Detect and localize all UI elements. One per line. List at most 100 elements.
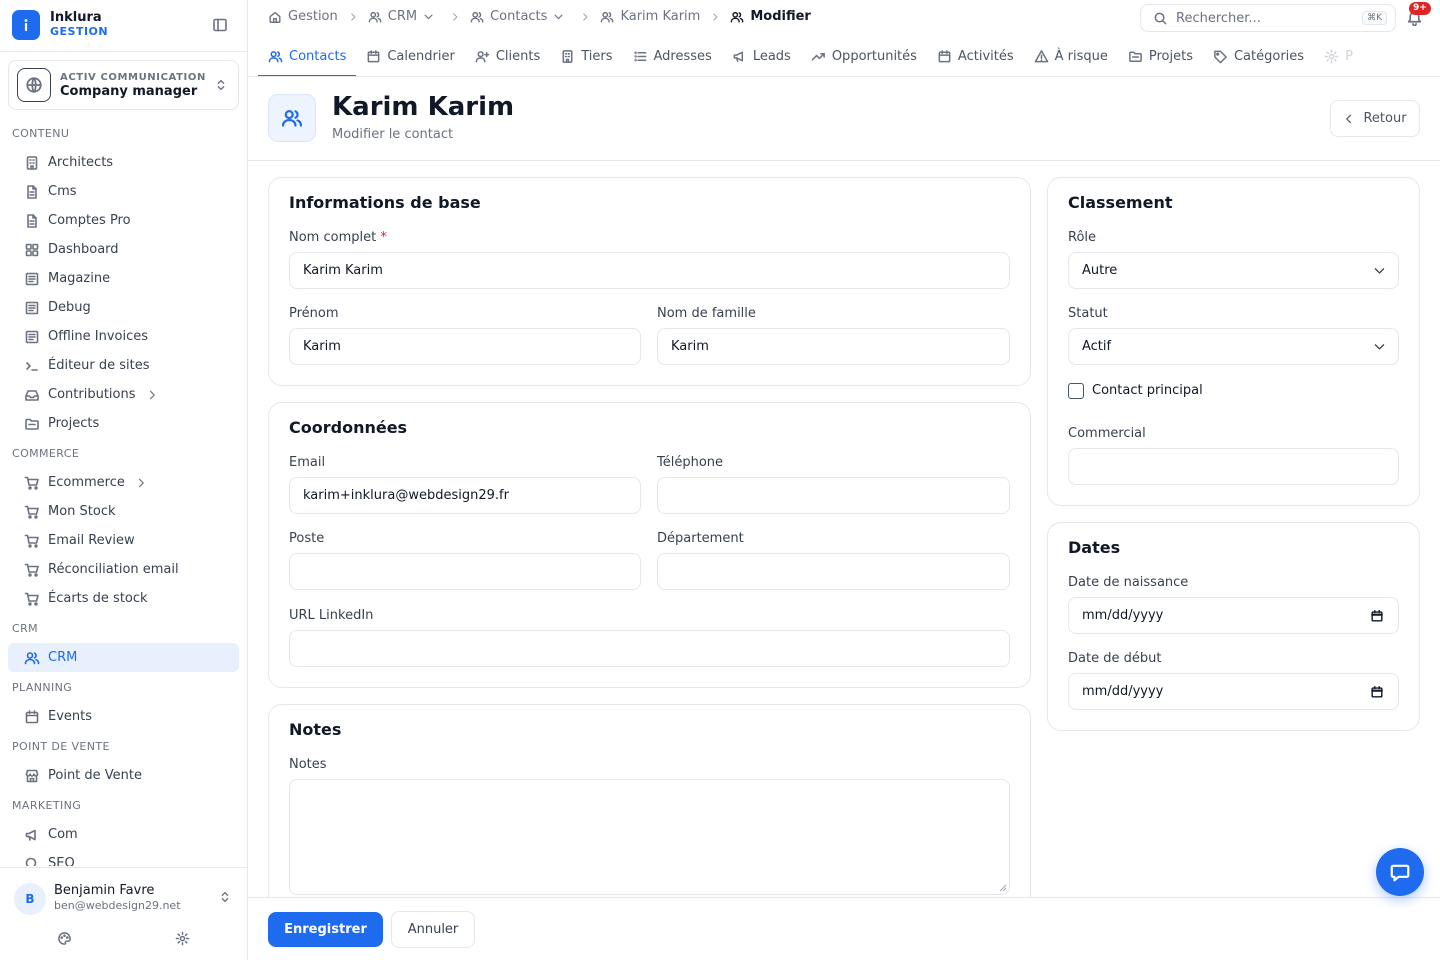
sidebar-item-com[interactable]: Com (8, 820, 239, 849)
calendar-icon (367, 49, 380, 62)
sidebar-item-ecommerce[interactable]: Ecommerce (8, 468, 239, 497)
startdate-field[interactable]: mm/dd/yyyy (1068, 673, 1399, 710)
sidebar-item-contributions[interactable]: Contributions (8, 380, 239, 409)
position-field[interactable] (289, 553, 641, 590)
tab-activites[interactable]: Activités (927, 36, 1024, 76)
tab-projets[interactable]: Projets (1118, 36, 1203, 76)
sidebar-item-reconciliation-email[interactable]: Réconciliation email (8, 555, 239, 584)
gear-icon[interactable] (175, 931, 190, 946)
chevron-right-icon (713, 12, 718, 21)
department-field[interactable] (657, 553, 1010, 590)
cancel-button[interactable]: Annuler (391, 911, 475, 948)
sidebar-item-ecarts-de-stock[interactable]: Écarts de stock (8, 584, 239, 613)
back-button[interactable]: Retour (1330, 100, 1420, 137)
lastname-label: Nom de famille (657, 306, 756, 321)
breadcrumb-current: Modifier (730, 9, 811, 24)
megaphone-icon (733, 51, 743, 62)
tab-tiers[interactable]: Tiers (550, 36, 622, 76)
sidebar-item-label: CRM (48, 650, 78, 665)
sidebar-item-cms[interactable]: Cms (8, 177, 239, 206)
folder-icon (1129, 51, 1142, 62)
commercial-field[interactable] (1068, 448, 1399, 485)
primary-contact-checkbox[interactable] (1068, 383, 1084, 399)
page-title: Karim Karim (332, 92, 515, 122)
tab-leads[interactable]: Leads (722, 36, 801, 76)
role-label: Rôle (1068, 230, 1097, 245)
email-field[interactable]: karim+inklura@webdesign29.fr (289, 477, 641, 514)
dates-card: Dates Date de naissance mm/dd/yyyy Date … (1047, 522, 1420, 731)
tab-adresses[interactable]: Adresses (623, 36, 722, 76)
linkedin-field[interactable] (289, 630, 1010, 667)
tab-clients[interactable]: Clients (465, 36, 550, 76)
calendar-icon[interactable] (1370, 685, 1384, 699)
tab-contacts[interactable]: Contacts (258, 36, 357, 76)
tab-categories[interactable]: Catégories (1203, 36, 1314, 76)
main-content: Informations de base Nom complet * Karim… (248, 161, 1440, 897)
sidebar: Inklura GESTION ACTIV COMMUNICATION Comp… (0, 0, 248, 960)
company-org: ACTIV COMMUNICATION (60, 72, 206, 83)
resize-handle-icon[interactable] (999, 884, 1007, 892)
sidebar-item-label: Offline Invoices (48, 329, 149, 344)
sidebar-item-label: Events (48, 709, 93, 724)
firstname-label: Prénom (289, 306, 339, 321)
sidebar-item-offline-invoices[interactable]: Offline Invoices (8, 322, 239, 351)
breadcrumb-item-gestion[interactable]: Gestion (268, 9, 338, 24)
search-icon (25, 857, 37, 866)
sidebar-item-label: Cms (48, 184, 77, 199)
brand[interactable]: Inklura GESTION (12, 10, 108, 40)
save-button[interactable]: Enregistrer (268, 912, 383, 947)
tab-a-risque[interactable]: À risque (1024, 36, 1118, 76)
sidebar-item-debug[interactable]: Debug (8, 293, 239, 322)
lastname-field[interactable]: Karim (657, 328, 1010, 365)
sidebar-item-crm[interactable]: CRM (8, 643, 239, 672)
sidebar-item-architects[interactable]: Architects (8, 148, 239, 177)
breadcrumb-item-karim-karim[interactable]: Karim Karim (600, 9, 700, 24)
sidebar-item-events[interactable]: Events (8, 702, 239, 731)
sidebar-toggle-icon[interactable] (212, 17, 228, 33)
sidebar-item-editeur-de-sites[interactable]: Éditeur de sites (8, 351, 239, 380)
warning-icon (1034, 49, 1048, 62)
status-select[interactable]: Actif (1068, 328, 1399, 365)
sidebar-item-projects[interactable]: Projects (8, 409, 239, 438)
home-icon (269, 11, 281, 23)
breadcrumb-label: Gestion (288, 9, 338, 24)
search-icon (1153, 11, 1176, 26)
chevron-right-icon (583, 12, 588, 21)
notes-textarea[interactable] (289, 779, 1010, 895)
fullname-field[interactable]: Karim Karim (289, 252, 1010, 289)
tab-opportunites[interactable]: Opportunités (801, 36, 927, 76)
search-input[interactable]: Rechercher... ⌘K (1140, 4, 1396, 32)
sidebar-item-comptes-pro[interactable]: Comptes Pro (8, 206, 239, 235)
crm-tabs: Contacts Calendrier Clients Tiers Adresses Le… (248, 36, 1440, 77)
tab-calendrier[interactable]: Calendrier (356, 36, 464, 76)
sidebar-item-mon-stock[interactable]: Mon Stock (8, 497, 239, 526)
sidebar-item-seo[interactable]: SEO (8, 849, 239, 866)
primary-contact-label[interactable]: Contact principal (1092, 383, 1203, 398)
role-select[interactable]: Autre (1068, 252, 1399, 289)
nav-section-title: PLANNING (12, 681, 73, 694)
users-icon (470, 11, 484, 23)
chevron-left-icon (1346, 114, 1352, 123)
sidebar-item-email-review[interactable]: Email Review (8, 526, 239, 555)
birthdate-field[interactable]: mm/dd/yyyy (1068, 597, 1399, 634)
calendar-icon[interactable] (1370, 609, 1384, 623)
company-switcher[interactable]: ACTIV COMMUNICATION Company manager (8, 60, 239, 110)
palette-icon[interactable] (57, 931, 72, 946)
folder-icon (25, 418, 39, 430)
sidebar-item-magazine[interactable]: Magazine (8, 264, 239, 293)
breadcrumb-item-contacts[interactable]: Contacts (470, 9, 570, 24)
firstname-field[interactable]: Karim (289, 328, 641, 365)
calendar-icon (938, 49, 951, 62)
chat-button[interactable] (1376, 848, 1424, 896)
sidebar-item-label: Réconciliation email (48, 562, 179, 577)
breadcrumb: Gestion CRM Contacts Karim Karim Modifier (268, 9, 811, 24)
breadcrumb-item-crm[interactable]: CRM (368, 9, 440, 24)
brand-name: Inklura (50, 10, 102, 25)
tab-label: Contacts (289, 48, 347, 64)
sidebar-item-point-de-vente[interactable]: Point de Vente (8, 761, 239, 790)
sidebar-item-dashboard[interactable]: Dashboard (8, 235, 239, 264)
tab-p[interactable]: P (1314, 36, 1363, 76)
phone-field[interactable] (657, 477, 1010, 514)
tag-icon (1214, 50, 1227, 63)
user-menu[interactable]: B Benjamin Favre ben@webdesign29.net (0, 867, 247, 960)
